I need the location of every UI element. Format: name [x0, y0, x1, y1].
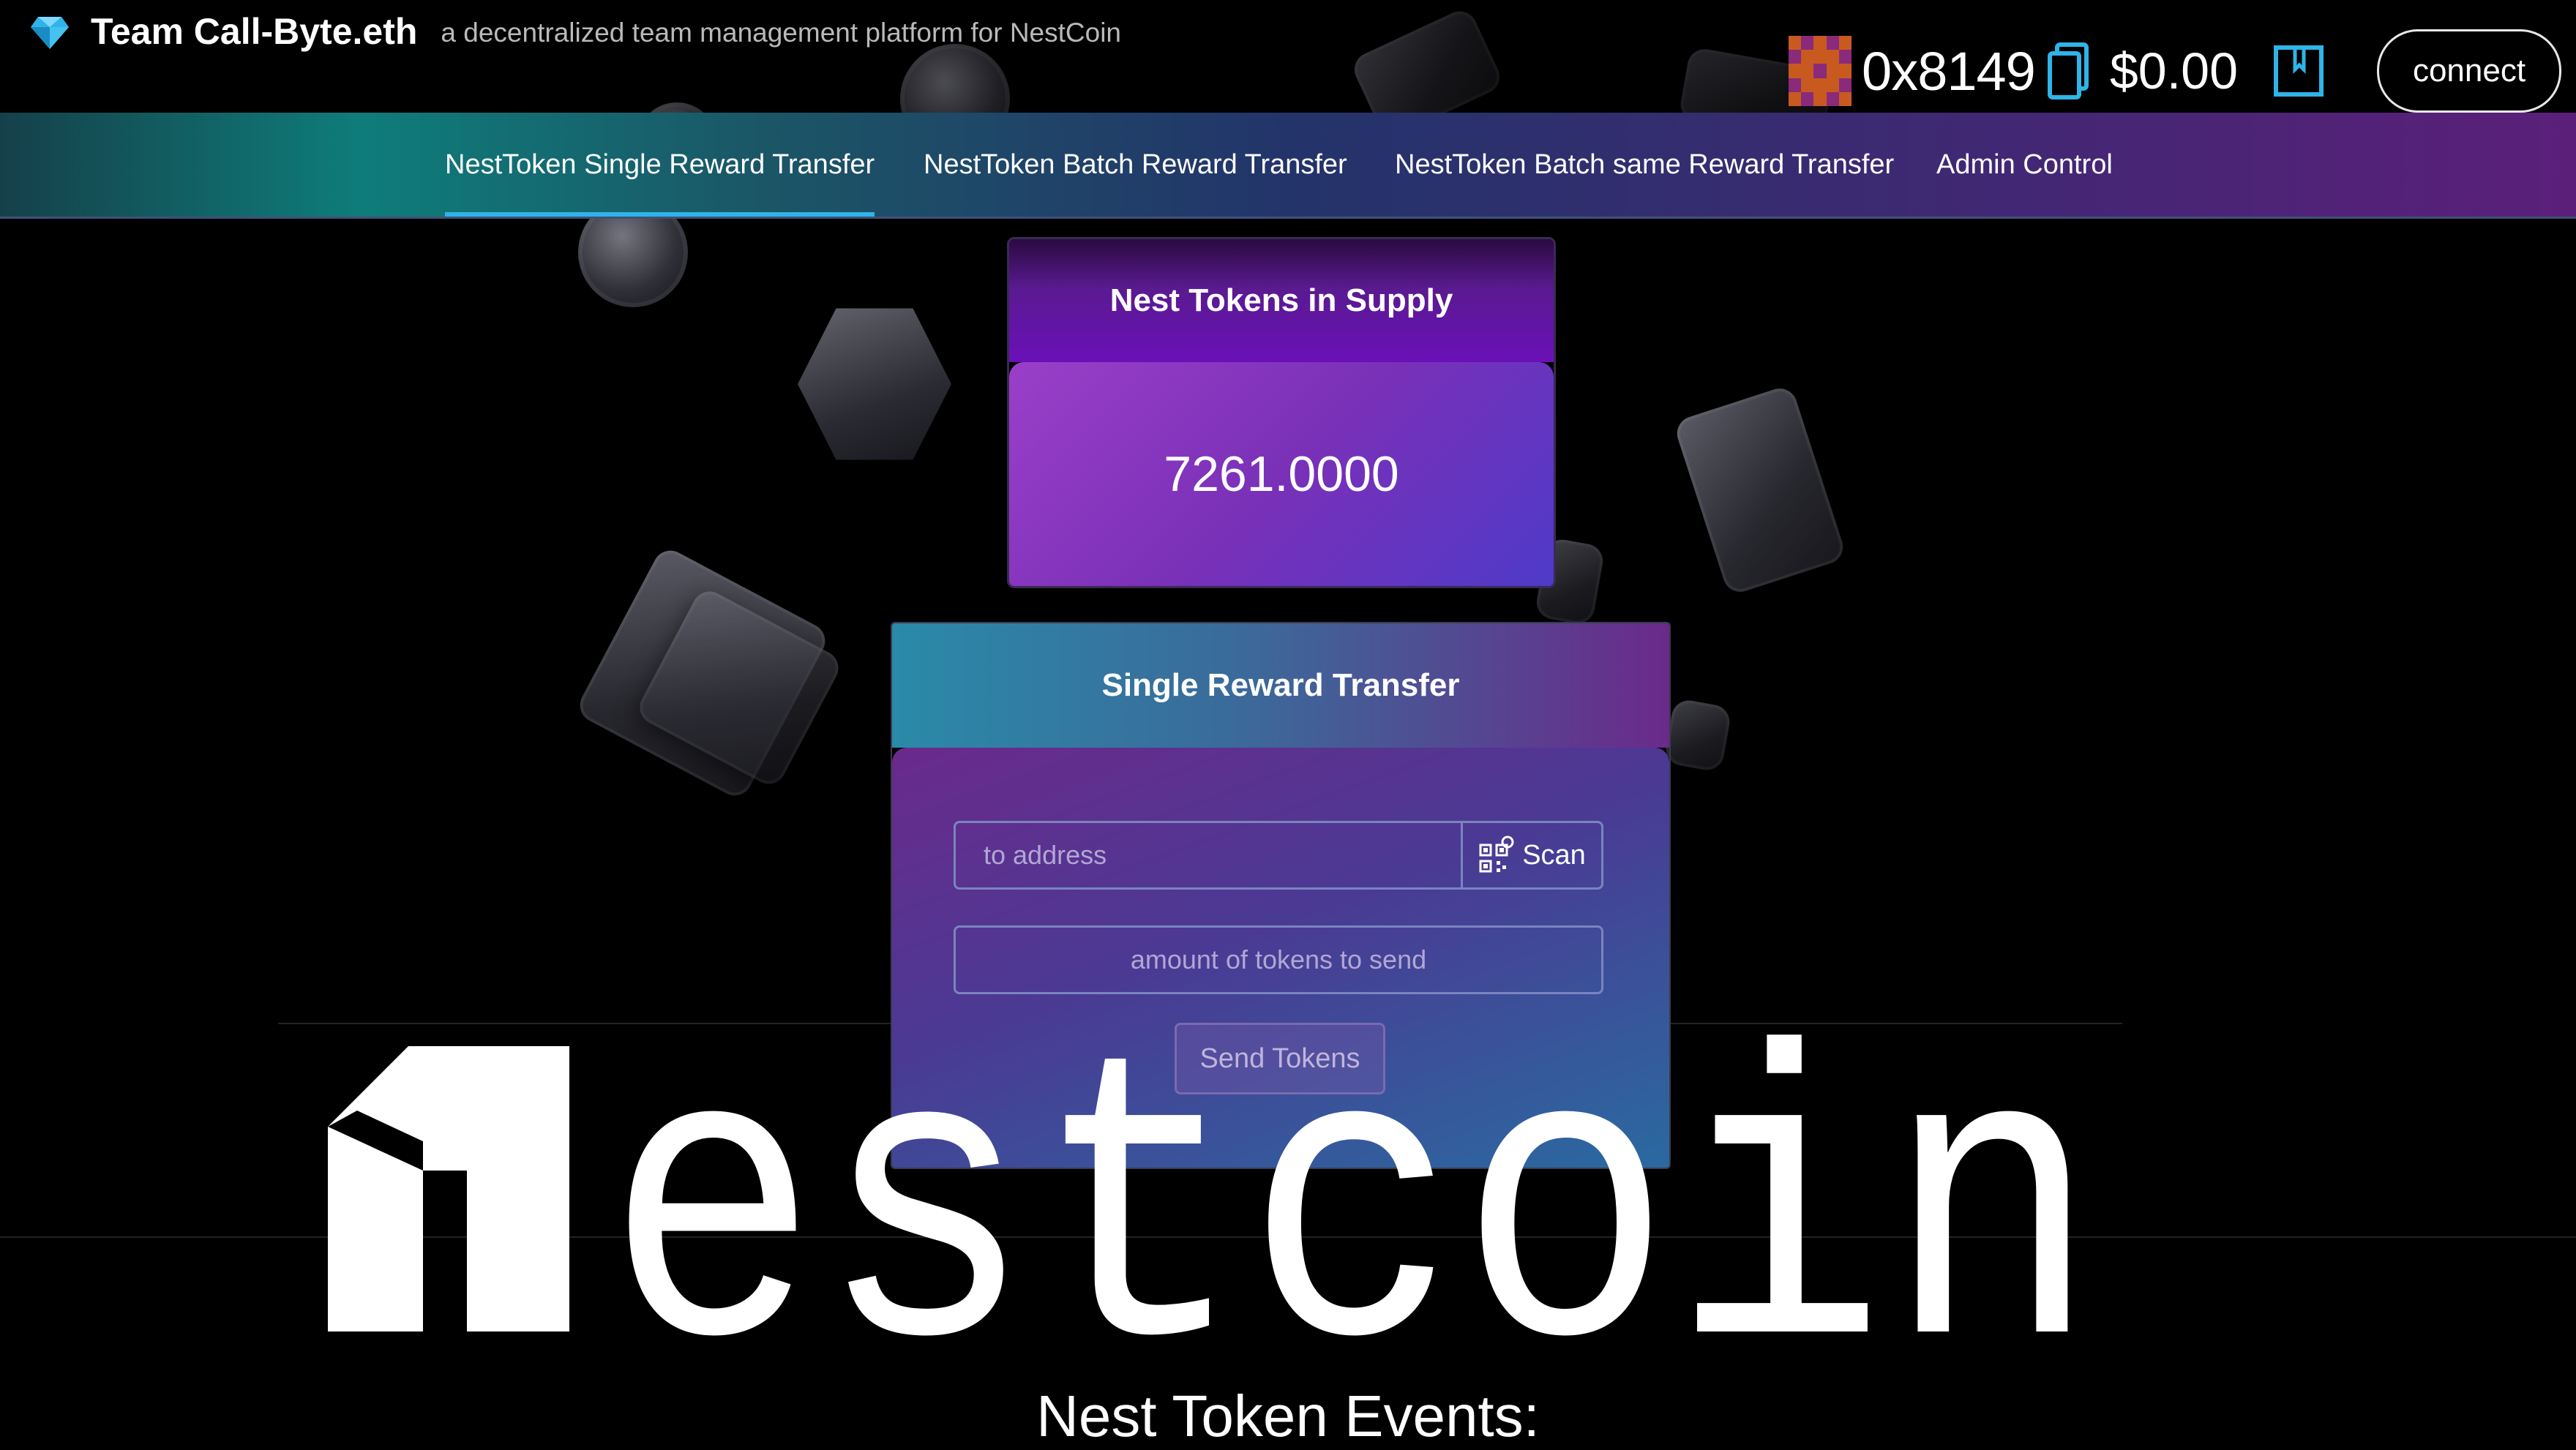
copy-icon[interactable]: [2047, 42, 2092, 100]
card-decoration: [1663, 697, 1733, 773]
address-field-group: Scan: [954, 821, 1603, 890]
card-decoration: [633, 585, 845, 790]
brand-title: Team Call-Byte.eth: [91, 11, 418, 52]
account-balance: $0.00: [2109, 42, 2238, 99]
to-address-input[interactable]: [956, 823, 1461, 887]
transfer-title: Single Reward Transfer: [892, 623, 1669, 748]
qr-code-icon: [1479, 835, 1514, 873]
connect-button[interactable]: connect: [2377, 29, 2561, 113]
tab-admin-control[interactable]: Admin Control: [1936, 113, 2113, 217]
account-address[interactable]: 0x8149: [1862, 40, 2036, 102]
diamond-icon: [31, 17, 69, 49]
account-area: 0x8149 $0.00 connect: [1789, 29, 2561, 113]
top-bar: Team Call-Byte.eth a decentralized team …: [0, 0, 2576, 113]
scan-button[interactable]: Scan: [1461, 823, 1601, 887]
brand-subtitle: a decentralized team management platform…: [441, 18, 1121, 48]
avatar: [1789, 36, 1852, 106]
wallet-icon[interactable]: [2273, 45, 2324, 97]
supply-value: 7261.0000: [1009, 362, 1554, 586]
amount-field-group: [954, 925, 1603, 994]
card-decoration: [1672, 383, 1848, 597]
tab-single-reward-transfer[interactable]: NestToken Single Reward Transfer: [445, 113, 875, 217]
logo-text: estcoin: [606, 1024, 2099, 1368]
tab-batch-same-reward-transfer[interactable]: NestToken Batch same Reward Transfer: [1395, 113, 1894, 217]
scan-label: Scan: [1522, 839, 1586, 871]
amount-input[interactable]: [956, 928, 1601, 992]
card-decoration: [574, 544, 831, 802]
nestcoin-logo: estcoin: [328, 1024, 2099, 1368]
supply-card: Nest Tokens in Supply 7261.0000: [1007, 237, 1556, 588]
nav-bar: NestToken Single Reward Transfer NestTok…: [0, 113, 2576, 219]
events-title: Nest Token Events:: [1036, 1383, 1540, 1449]
hex-decoration: [798, 308, 951, 460]
brand: Team Call-Byte.eth a decentralized team …: [29, 10, 1121, 53]
tab-batch-reward-transfer[interactable]: NestToken Batch Reward Transfer: [924, 113, 1347, 217]
supply-title: Nest Tokens in Supply: [1009, 239, 1554, 362]
